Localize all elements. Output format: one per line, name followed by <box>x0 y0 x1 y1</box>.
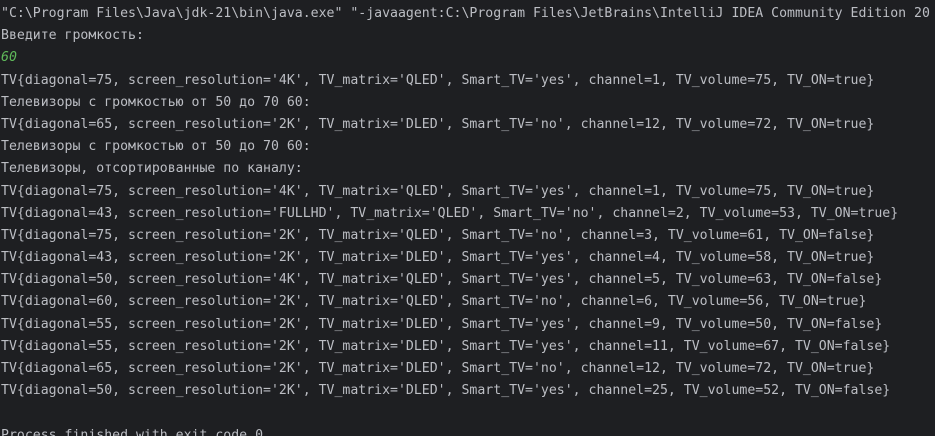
output-line: Телевизоры, отсортированные по каналу: <box>1 161 303 177</box>
output-line: Телевизоры с громкостью от 50 до 70 60: <box>1 94 311 110</box>
output-line: TV{diagonal=43, screen_resolution='FULLH… <box>1 205 899 221</box>
output-line: TV{diagonal=55, screen_resolution='2K', … <box>1 316 883 332</box>
user-input-value: 60 <box>1 50 17 66</box>
output-line: Телевизоры с громкостью от 50 до 70 60: <box>1 139 311 155</box>
output-line: TV{diagonal=75, screen_resolution='2K', … <box>1 227 875 243</box>
console-output[interactable]: "C:\Program Files\Java\jdk-21\bin\java.e… <box>0 0 935 436</box>
output-line: TV{diagonal=50, screen_resolution='4K', … <box>1 272 883 288</box>
output-line: TV{diagonal=50, screen_resolution='2K', … <box>1 383 891 399</box>
output-line: TV{diagonal=75, screen_resolution='4K', … <box>1 72 875 88</box>
exit-message: Process finished with exit code 0 <box>1 427 264 436</box>
output-line: TV{diagonal=65, screen_resolution='2K', … <box>1 116 875 132</box>
output-line: TV{diagonal=65, screen_resolution='2K', … <box>1 361 875 376</box>
output-line: TV{diagonal=75, screen_resolution='4K', … <box>1 183 875 199</box>
output-line: TV{diagonal=60, screen_resolution='2K', … <box>1 294 867 310</box>
output-line: TV{diagonal=55, screen_resolution='2K', … <box>1 338 891 354</box>
volume-prompt: Введите громкость: <box>1 28 144 44</box>
output-line: TV{diagonal=43, screen_resolution='2K', … <box>1 250 875 266</box>
run-command-line: "C:\Program Files\Java\jdk-21\bin\java.e… <box>1 6 930 21</box>
